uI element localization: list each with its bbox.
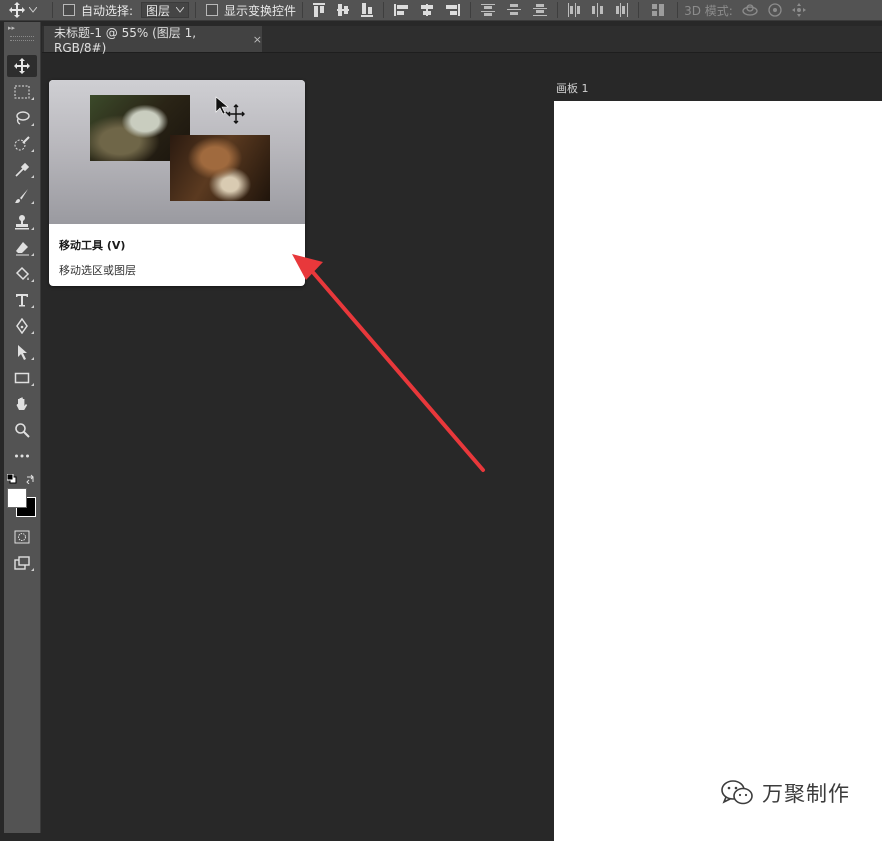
distribute-top-icon[interactable]: [481, 4, 496, 16]
artboard-canvas[interactable]: [554, 101, 882, 841]
divider: [383, 2, 385, 18]
document-tab-bar: 未标题-1 @ 55% (图层 1, RGB/8#) ×: [42, 25, 882, 55]
eraser-icon: [16, 242, 29, 256]
default-colors-icon[interactable]: [7, 474, 17, 484]
toolbox: ▸▸: [4, 22, 41, 833]
tooltip-preview-image: [49, 80, 305, 224]
distribute-right-icon[interactable]: [616, 3, 629, 17]
tool-type[interactable]: [7, 289, 37, 311]
auto-select-label: 自动选择:: [81, 3, 134, 18]
show-transform-checkbox[interactable]: [206, 4, 219, 16]
tool-quick-select[interactable]: [7, 133, 37, 155]
tool-pen[interactable]: [7, 315, 37, 337]
3d-roll-icon[interactable]: [767, 2, 783, 18]
chevron-down-icon: [176, 7, 185, 13]
distribute-h-buttons: [564, 3, 632, 17]
divider: [638, 2, 640, 18]
move-icon: [9, 2, 25, 18]
preview-photo-right: [170, 135, 270, 201]
stamp-icon: [15, 215, 29, 230]
marquee-icon: [14, 85, 30, 99]
move-cursor-icon: [215, 96, 245, 124]
align-top-icon[interactable]: [313, 3, 326, 17]
divider: [677, 2, 679, 18]
tool-eraser[interactable]: [7, 237, 37, 259]
tool-quick-mask[interactable]: [7, 526, 37, 548]
distribute-v-buttons: [477, 4, 551, 16]
close-icon[interactable]: ×: [253, 33, 262, 46]
align-vcenter-icon[interactable]: [337, 3, 350, 17]
options-bar: 自动选择: 图层 显示变换控件 3D 模式:: [0, 0, 882, 21]
align-left-icon[interactable]: [394, 4, 409, 16]
tooltip-title: 移动工具 (V): [59, 239, 126, 252]
tool-tooltip-card: 移动工具 (V) 移动选区或图层: [49, 80, 305, 286]
align-buttons: [309, 3, 377, 17]
tool-screen-mode[interactable]: [7, 552, 37, 574]
brush-icon: [15, 189, 28, 203]
distribute-bottom-icon[interactable]: [533, 4, 548, 16]
align-hcenter-icon[interactable]: [420, 4, 434, 16]
distribute-left-icon[interactable]: [568, 3, 581, 17]
divider: [52, 2, 53, 18]
tool-lasso[interactable]: [7, 107, 37, 129]
divider: [470, 2, 472, 18]
tool-brush[interactable]: [7, 185, 37, 207]
tooltip-description: 移动选区或图层: [59, 264, 136, 277]
path-select-icon: [18, 345, 27, 360]
tool-rectangle[interactable]: [7, 367, 37, 389]
divider: [557, 2, 559, 18]
auto-select-value: 图层: [146, 3, 171, 18]
auto-align-icon[interactable]: [651, 3, 665, 17]
eyedropper-icon: [15, 162, 30, 177]
move-icon: [14, 58, 30, 74]
toolbox-grip[interactable]: [10, 36, 34, 41]
more-icon: [15, 454, 29, 458]
zoom-icon: [15, 423, 30, 438]
3d-orbit-icon[interactable]: [741, 3, 759, 17]
show-transform-label: 显示变换控件: [224, 3, 297, 18]
divider: [195, 2, 197, 18]
tool-hand[interactable]: [7, 393, 37, 415]
quick-select-icon: [14, 136, 30, 151]
collapse-icon[interactable]: ▸▸: [8, 24, 15, 32]
artboard-label: 画板 1: [556, 82, 589, 95]
paint-bucket-icon: [15, 266, 30, 281]
distribute-hcenter-icon[interactable]: [592, 3, 604, 17]
tool-more[interactable]: [7, 445, 37, 467]
tool-zoom[interactable]: [7, 419, 37, 441]
swap-colors-icon[interactable]: [26, 474, 36, 484]
color-swatches: [7, 488, 39, 520]
tool-marquee[interactable]: [7, 81, 37, 103]
pen-icon: [16, 318, 28, 334]
divider: [302, 2, 304, 18]
screen-mode-icon: [14, 556, 30, 570]
foreground-color-swatch[interactable]: [7, 488, 27, 508]
tool-eyedropper[interactable]: [7, 159, 37, 181]
type-icon: [16, 294, 28, 307]
tool-preset-picker[interactable]: [0, 0, 46, 20]
lasso-icon: [16, 111, 30, 125]
chevron-down-icon: [29, 7, 37, 13]
distribute-vcenter-icon[interactable]: [507, 4, 522, 16]
align-right-icon[interactable]: [446, 4, 461, 16]
document-tab-title: 未标题-1 @ 55% (图层 1, RGB/8#): [54, 25, 197, 55]
tool-move[interactable]: [7, 55, 37, 77]
hand-icon: [16, 397, 28, 410]
rectangle-icon: [14, 372, 30, 384]
swatch-controls: [7, 474, 37, 486]
align-h-buttons: [390, 4, 464, 16]
tool-stamp[interactable]: [7, 211, 37, 233]
auto-select-dropdown[interactable]: 图层: [141, 2, 190, 18]
tool-paint-bucket[interactable]: [7, 263, 37, 285]
watermark-text: 万聚制作: [762, 782, 850, 806]
watermark: 万聚制作: [720, 778, 850, 808]
wechat-icon: [721, 780, 753, 805]
3d-pan-icon[interactable]: [791, 2, 807, 18]
3d-mode-label: 3D 模式:: [684, 3, 733, 18]
document-tab[interactable]: 未标题-1 @ 55% (图层 1, RGB/8#) ×: [44, 25, 262, 55]
align-bottom-icon[interactable]: [361, 3, 374, 17]
quick-mask-icon: [14, 530, 30, 544]
tool-path-select[interactable]: [7, 341, 37, 363]
auto-select-checkbox[interactable]: [63, 4, 75, 16]
